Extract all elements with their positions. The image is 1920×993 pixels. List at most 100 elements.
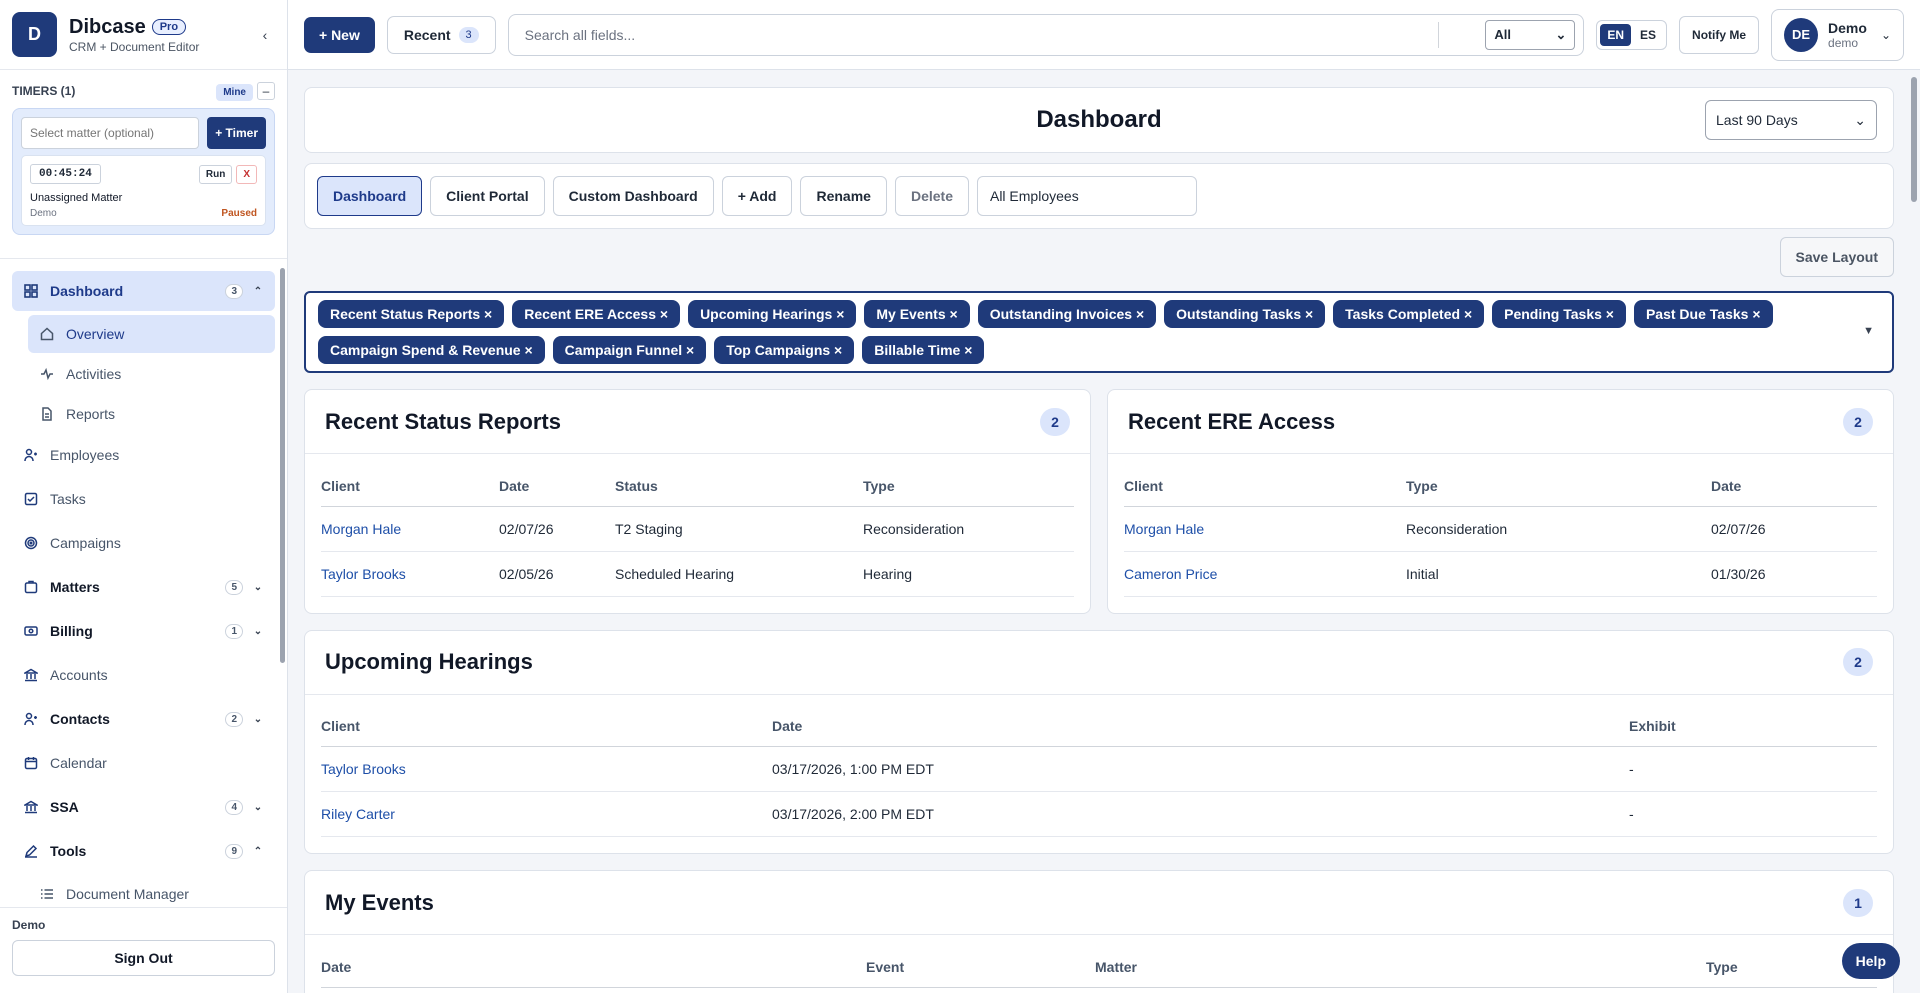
sidebar-item-ssa[interactable]: SSA 4 ⌄ — [12, 787, 275, 827]
column-header[interactable]: Exhibit — [1629, 706, 1877, 747]
widget-chip[interactable]: Pending Tasks × — [1492, 300, 1626, 328]
run-timer-button[interactable]: Run — [198, 164, 233, 184]
sidebar-item-label: Contacts — [50, 711, 110, 727]
table-cell: 01/30/26 — [1711, 551, 1877, 597]
dashboard-tabs: Dashboard Client Portal Custom Dashboard… — [304, 163, 1894, 229]
timer-card: 00:45:24 Run X Unassigned Matter Demo Paus… — [21, 155, 266, 226]
client-link[interactable]: Cameron Price — [1124, 551, 1406, 597]
search-input[interactable]: Search all fields... — [525, 27, 1439, 43]
sidebar-item-reports[interactable]: Reports — [28, 395, 275, 433]
help-button[interactable]: Help — [1841, 943, 1900, 979]
user-menu[interactable]: DE Demo demo ⌄ — [1771, 8, 1904, 61]
column-header[interactable]: Client — [321, 466, 499, 507]
sidebar-item-dashboard[interactable]: Dashboard 3 ⌃ — [12, 271, 275, 311]
recent-button[interactable]: Recent 3 — [386, 15, 496, 54]
sidebar-item-campaigns[interactable]: Campaigns — [12, 523, 275, 563]
widget-chip[interactable]: Tasks Completed × — [1333, 300, 1485, 328]
widget-chip[interactable]: Recent ERE Access × — [512, 300, 681, 328]
sidebar-item-document-manager[interactable]: Document Manager — [28, 875, 275, 907]
tab-dashboard[interactable]: Dashboard — [317, 176, 423, 216]
column-header[interactable]: Status — [615, 466, 863, 507]
chevron-down-icon[interactable]: ⌄ — [253, 714, 263, 725]
widget-selector[interactable]: Recent Status Reports × Recent ERE Acces… — [304, 291, 1894, 373]
sidebar-item-billing[interactable]: Billing 1 ⌄ — [12, 611, 275, 651]
lang-en-button[interactable]: EN — [1600, 23, 1632, 46]
add-dashboard-button[interactable]: + Add — [721, 176, 793, 216]
delete-dashboard-button[interactable]: Delete — [894, 176, 969, 216]
employee-filter-input[interactable]: All Employees — [976, 176, 1197, 216]
column-header[interactable]: Date — [321, 947, 866, 988]
sidebar-item-calendar[interactable]: Calendar — [12, 743, 275, 783]
column-header[interactable]: Client — [1124, 466, 1406, 507]
app-logo[interactable]: D — [12, 12, 57, 57]
chevron-down-icon[interactable]: ⌄ — [253, 582, 263, 593]
sidebar-item-tools[interactable]: Tools 9 ⌃ — [12, 831, 275, 871]
user-name: Demo — [1828, 19, 1867, 36]
chevron-up-icon[interactable]: ⌃ — [253, 846, 263, 857]
widget-chip[interactable]: Outstanding Tasks × — [1164, 300, 1326, 328]
sidebar-item-employees[interactable]: Employees — [12, 435, 275, 475]
widget-chip[interactable]: Upcoming Hearings × — [688, 300, 857, 328]
sidebar-item-matters[interactable]: Matters 5 ⌄ — [12, 567, 275, 607]
client-link[interactable]: Morgan Hale — [321, 506, 499, 552]
widget-chip[interactable]: Campaign Funnel × — [552, 336, 707, 364]
pen-icon — [24, 844, 40, 858]
count-badge: 2 — [1040, 407, 1070, 436]
client-link[interactable]: Morgan Hale — [1124, 506, 1406, 552]
tab-custom-dashboard[interactable]: Custom Dashboard — [552, 176, 714, 216]
app-subtitle: CRM + Document Editor — [69, 39, 200, 54]
sidebar-item-activities[interactable]: Activities — [28, 355, 275, 393]
mine-filter-button[interactable]: Mine — [216, 84, 253, 101]
widget-chip[interactable]: Billable Time × — [862, 336, 985, 364]
add-timer-button[interactable]: + Timer — [207, 117, 266, 149]
sidebar-item-contacts[interactable]: Contacts 2 ⌄ — [12, 699, 275, 739]
matter-select-input[interactable] — [21, 117, 200, 149]
main-scrollbar[interactable] — [1911, 77, 1917, 202]
save-layout-button[interactable]: Save Layout — [1779, 237, 1894, 277]
chevron-down-icon: ⌄ — [1854, 111, 1866, 128]
widget-chip[interactable]: My Events × — [864, 300, 970, 328]
widget-chip[interactable]: Top Campaigns × — [714, 336, 855, 364]
sign-out-button[interactable]: Sign Out — [12, 940, 275, 976]
column-header[interactable]: Date — [499, 466, 615, 507]
column-header[interactable]: Matter — [1095, 947, 1706, 988]
column-header[interactable]: Event — [866, 947, 1095, 988]
client-link[interactable]: Taylor Brooks — [321, 746, 772, 792]
client-link[interactable]: Riley Carter — [321, 791, 772, 837]
collapse-timers-button[interactable]: – — [257, 82, 275, 100]
rename-dashboard-button[interactable]: Rename — [800, 176, 887, 216]
sidebar-item-overview[interactable]: Overview — [28, 315, 275, 353]
column-header[interactable]: Date — [1711, 466, 1877, 507]
client-link[interactable]: Taylor Brooks — [321, 551, 499, 597]
collapse-sidebar-icon[interactable]: ‹ — [255, 27, 275, 43]
widget-chip[interactable]: Outstanding Invoices × — [977, 300, 1157, 328]
column-header[interactable]: Type — [1406, 466, 1711, 507]
notify-me-button[interactable]: Notify Me — [1679, 15, 1760, 54]
widget-chip[interactable]: Past Due Tasks × — [1633, 300, 1773, 328]
caret-down-icon[interactable]: ▼ — [1863, 325, 1874, 337]
grid-icon — [24, 284, 40, 298]
sidebar-item-accounts[interactable]: Accounts — [12, 655, 275, 695]
sidebar-item-tasks[interactable]: Tasks — [12, 479, 275, 519]
widget-chip[interactable]: Campaign Spend & Revenue × — [318, 336, 545, 364]
sidebar-item-label: Billing — [50, 623, 93, 639]
chevron-down-icon[interactable]: ⌄ — [253, 626, 263, 637]
column-header[interactable]: Date — [772, 706, 1629, 747]
chevron-up-icon[interactable]: ⌃ — [253, 286, 263, 297]
chevron-down-icon[interactable]: ⌄ — [253, 802, 263, 813]
sidebar-item-label: Matters — [50, 579, 100, 595]
tab-client-portal[interactable]: Client Portal — [430, 176, 545, 216]
calendar-icon — [24, 756, 40, 770]
date-range-select[interactable]: Last 90 Days ⌄ — [1705, 100, 1877, 140]
lang-es-button[interactable]: ES — [1633, 24, 1663, 46]
column-header[interactable]: Client — [321, 706, 772, 747]
widget-chip[interactable]: Recent Status Reports × — [318, 300, 505, 328]
delete-timer-button[interactable]: X — [236, 164, 257, 184]
column-header[interactable]: Type — [863, 466, 1074, 507]
global-search[interactable]: Search all fields... All ⌄ — [507, 13, 1585, 56]
search-scope-select[interactable]: All ⌄ — [1485, 19, 1576, 50]
sidebar-scrollbar[interactable] — [280, 268, 285, 663]
target-icon — [24, 536, 40, 550]
new-button[interactable]: + New — [304, 16, 375, 53]
sidebar-item-label: Dashboard — [50, 283, 124, 299]
